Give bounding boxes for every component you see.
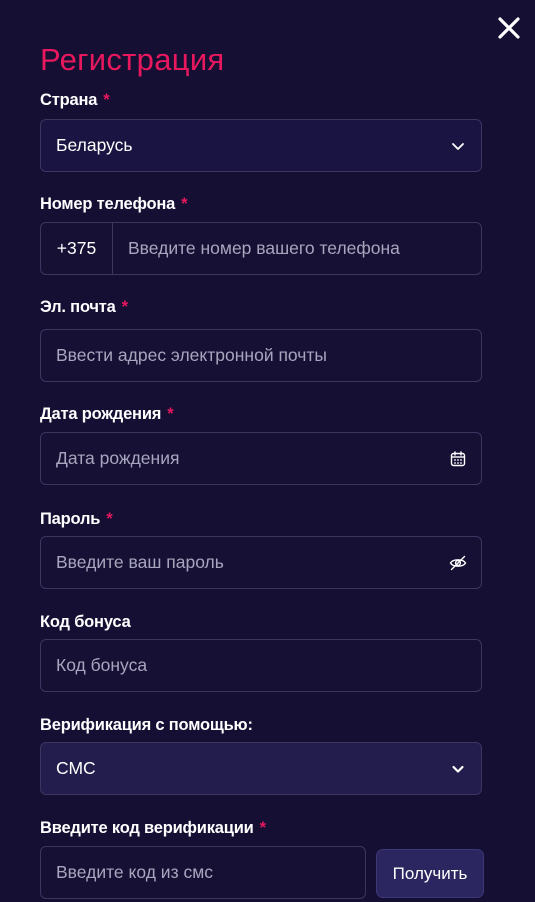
email-input[interactable]: Ввести адрес электронной почты (41, 345, 481, 366)
password-input[interactable]: Введите ваш пароль (41, 552, 481, 573)
page-title: Регистрация (40, 42, 225, 77)
calendar-icon[interactable] (449, 450, 467, 468)
close-icon (495, 14, 523, 42)
bonus-code-label: Код бонуса (40, 612, 131, 632)
close-button[interactable] (495, 14, 523, 42)
email-field[interactable]: Ввести адрес электронной почты (40, 329, 482, 382)
email-label: Эл. почта * (40, 297, 128, 317)
required-mark: * (121, 298, 128, 316)
phone-input[interactable]: Введите номер вашего телефона (113, 238, 481, 259)
country-value: Беларусь (56, 135, 133, 155)
required-mark: * (259, 819, 266, 837)
birthdate-input[interactable]: Дата рождения (41, 448, 481, 469)
bonus-code-field[interactable]: Код бонуса (40, 639, 482, 692)
country-label-text: Страна (40, 91, 98, 109)
verification-method-value: СМС (56, 758, 96, 778)
phone-field: +375 Введите номер вашего телефона (40, 222, 482, 275)
required-mark: * (181, 195, 188, 213)
verification-method-select[interactable]: СМС (40, 742, 482, 795)
country-select[interactable]: Беларусь (40, 119, 482, 172)
bonus-code-input[interactable]: Код бонуса (41, 655, 481, 676)
eye-off-icon[interactable] (449, 554, 467, 572)
birthdate-label-text: Дата рождения (40, 405, 162, 423)
password-field[interactable]: Введите ваш пароль (40, 536, 482, 589)
birthdate-label: Дата рождения * (40, 404, 174, 424)
country-label: Страна * (40, 90, 110, 110)
verification-code-field[interactable]: Введите код из смс (40, 846, 366, 899)
phone-label: Номер телефона * (40, 194, 188, 214)
required-mark: * (103, 91, 110, 109)
chevron-down-icon (449, 760, 467, 778)
password-label-text: Пароль (40, 510, 101, 528)
phone-prefix[interactable]: +375 (41, 223, 113, 274)
verification-code-label-text: Введите код верификации (40, 819, 254, 837)
verification-method-label-text: Верификация с помощью: (40, 716, 253, 734)
phone-label-text: Номер телефона (40, 195, 176, 213)
verification-method-label: Верификация с помощью: (40, 715, 253, 735)
birthdate-field[interactable]: Дата рождения (40, 432, 482, 485)
verification-code-label: Введите код верификации * (40, 818, 266, 838)
bonus-code-label-text: Код бонуса (40, 613, 131, 631)
required-mark: * (167, 405, 174, 423)
email-label-text: Эл. почта (40, 298, 116, 316)
verification-code-input[interactable]: Введите код из смс (41, 862, 365, 883)
required-mark: * (106, 510, 113, 528)
get-code-button[interactable]: Получить (376, 849, 484, 898)
password-label: Пароль * (40, 509, 113, 529)
chevron-down-icon (449, 137, 467, 155)
